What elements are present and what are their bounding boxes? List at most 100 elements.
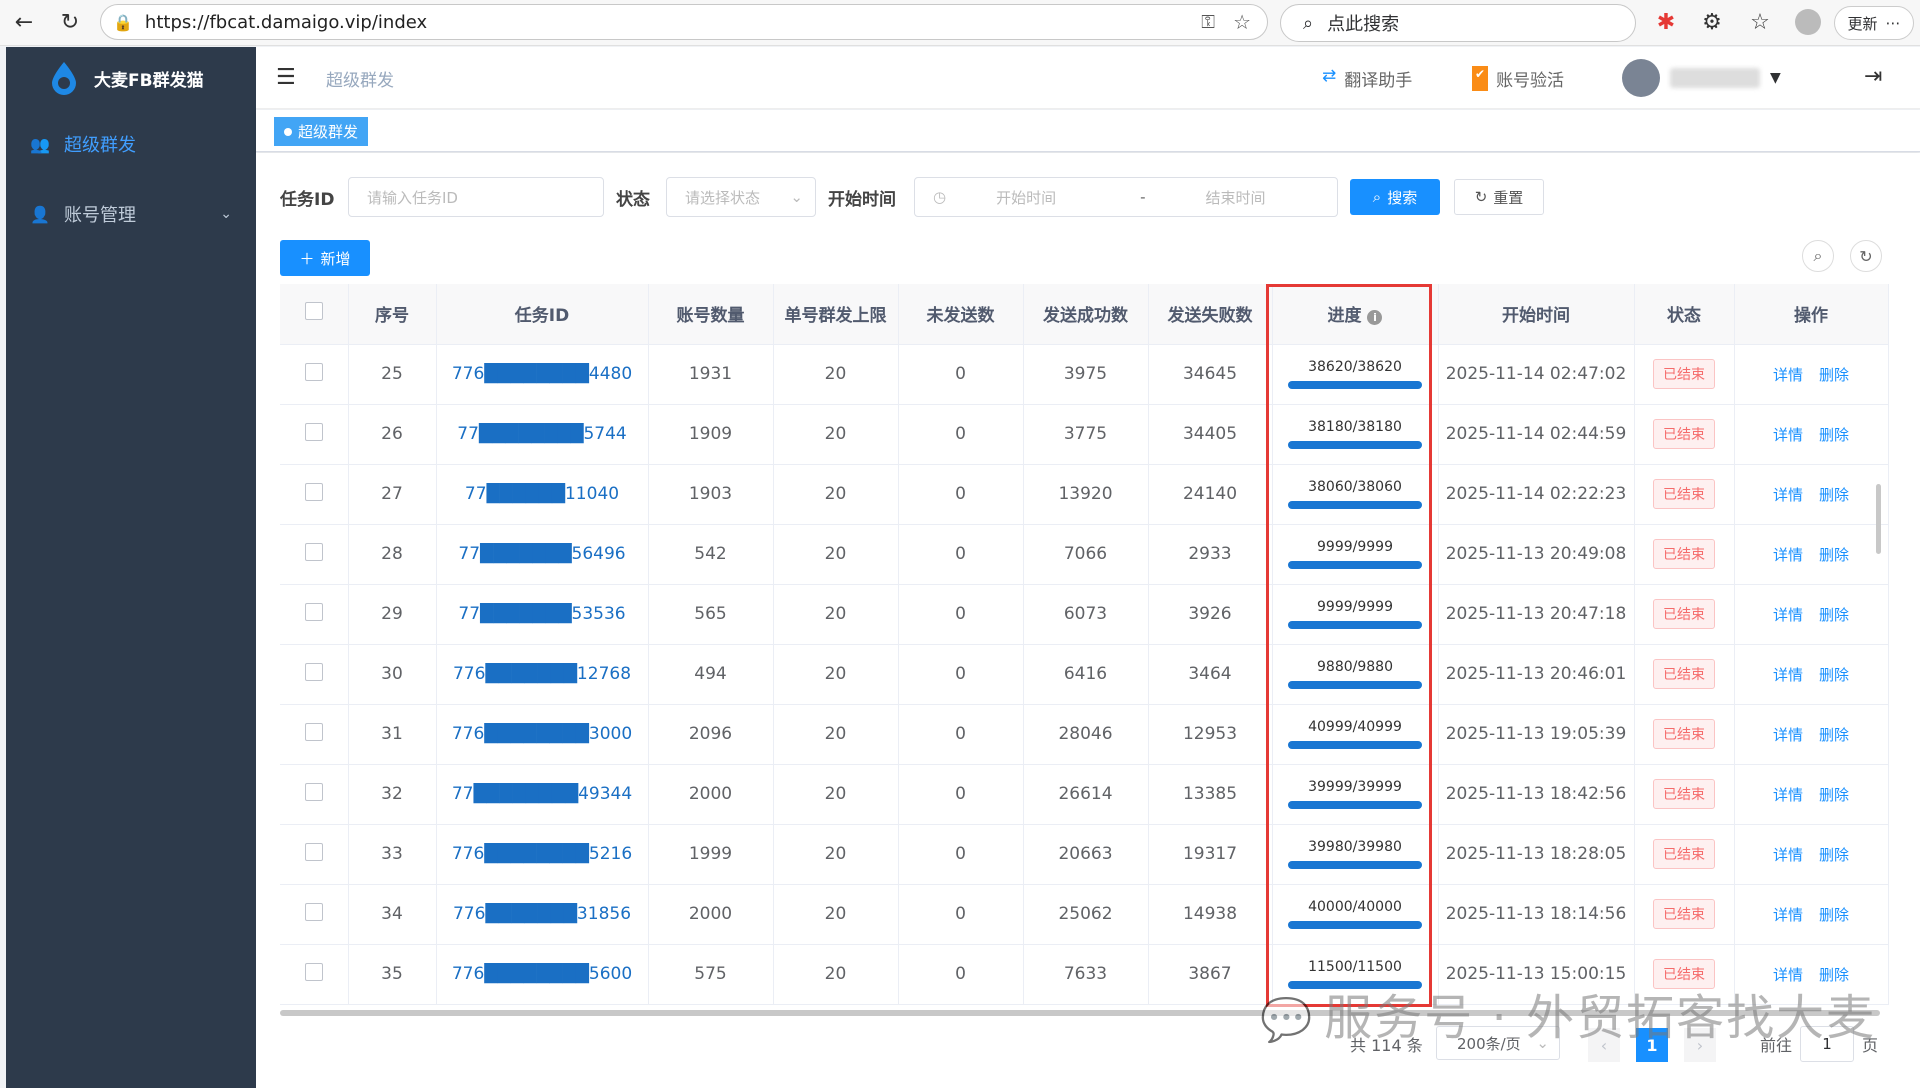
table-row: 29 77███████53536 565 20 0 6073 3926 999… bbox=[280, 584, 1889, 645]
detail-link[interactable]: 详情 bbox=[1773, 846, 1803, 864]
task-id-link[interactable]: 776███████12768 bbox=[453, 664, 631, 684]
row-select[interactable] bbox=[280, 584, 349, 645]
search-toggle-icon[interactable]: ⌕ bbox=[1802, 240, 1834, 272]
sidebar-item-accounts[interactable]: 👤 账号管理 ⌄ bbox=[6, 179, 256, 249]
row-select[interactable] bbox=[280, 644, 349, 705]
delete-link[interactable]: 删除 bbox=[1819, 426, 1849, 444]
task-id-link[interactable]: 776████████3000 bbox=[452, 724, 632, 744]
verify-button[interactable]: ✔ 账号验活 bbox=[1472, 66, 1564, 91]
task-id-link[interactable]: 77████████5744 bbox=[457, 424, 627, 444]
cell-task-id[interactable]: 77████████5744 bbox=[436, 404, 649, 465]
row-select[interactable] bbox=[280, 824, 349, 885]
extension-icon[interactable]: ✱ bbox=[1650, 6, 1682, 38]
status-badge: 已结束 bbox=[1653, 479, 1715, 509]
update-button[interactable]: 更新 ⋯ bbox=[1834, 6, 1914, 40]
cell-task-id[interactable]: 77███████53536 bbox=[436, 584, 649, 645]
task-id-link[interactable]: 776████████5216 bbox=[452, 844, 632, 864]
detail-link[interactable]: 详情 bbox=[1773, 726, 1803, 744]
header-select-all[interactable] bbox=[280, 284, 349, 345]
task-id-link[interactable]: 776████████4480 bbox=[452, 364, 632, 384]
more-icon: ⋯ bbox=[1885, 14, 1901, 32]
cell-task-id[interactable]: 776███████12768 bbox=[436, 644, 649, 705]
row-select[interactable] bbox=[280, 764, 349, 825]
cell-task-id[interactable]: 776███████31856 bbox=[436, 884, 649, 945]
user-menu[interactable]: ▼ bbox=[1622, 59, 1781, 97]
info-icon[interactable]: i bbox=[1367, 310, 1383, 326]
row-checkbox[interactable] bbox=[304, 542, 323, 561]
row-checkbox[interactable] bbox=[304, 962, 323, 981]
reload-icon[interactable]: ↻ bbox=[54, 6, 86, 38]
row-checkbox[interactable] bbox=[304, 902, 323, 921]
row-select[interactable] bbox=[280, 704, 349, 765]
delete-link[interactable]: 删除 bbox=[1819, 846, 1849, 864]
cell-task-id[interactable]: 77████████49344 bbox=[436, 764, 649, 825]
task-id-link[interactable]: 776███████31856 bbox=[453, 904, 631, 924]
task-id-input[interactable]: 请输入任务ID bbox=[348, 177, 604, 217]
address-bar[interactable]: 🔒 https://fbcat.damaigo.vip/index ⚿ ☆ bbox=[100, 4, 1268, 40]
progress-header-label: 进度 bbox=[1327, 306, 1362, 327]
profile-icon[interactable] bbox=[1792, 6, 1824, 38]
delete-link[interactable]: 删除 bbox=[1819, 486, 1849, 504]
select-all-checkbox[interactable] bbox=[304, 302, 323, 321]
task-id-link[interactable]: 77████████49344 bbox=[452, 784, 632, 804]
row-checkbox[interactable] bbox=[304, 662, 323, 681]
delete-link[interactable]: 删除 bbox=[1819, 666, 1849, 684]
cell-task-id[interactable]: 77██████11040 bbox=[436, 464, 649, 525]
detail-link[interactable]: 详情 bbox=[1773, 366, 1803, 384]
key-icon[interactable]: ⚿ bbox=[1201, 12, 1215, 33]
cell-task-id[interactable]: 77███████56496 bbox=[436, 524, 649, 585]
row-select[interactable] bbox=[280, 524, 349, 585]
task-id-link[interactable]: 77██████11040 bbox=[465, 484, 619, 504]
row-select[interactable] bbox=[280, 944, 349, 1005]
row-checkbox[interactable] bbox=[304, 722, 323, 741]
vertical-scrollbar[interactable] bbox=[1876, 484, 1881, 554]
detail-link[interactable]: 详情 bbox=[1773, 666, 1803, 684]
status-select[interactable]: 请选择状态 ⌄ bbox=[666, 177, 816, 217]
add-button[interactable]: ＋ 新增 bbox=[280, 240, 370, 276]
search-button[interactable]: ⌕ 搜索 bbox=[1350, 179, 1440, 215]
detail-link[interactable]: 详情 bbox=[1773, 546, 1803, 564]
row-checkbox[interactable] bbox=[304, 362, 323, 381]
row-checkbox[interactable] bbox=[304, 422, 323, 441]
delete-link[interactable]: 删除 bbox=[1819, 786, 1849, 804]
detail-link[interactable]: 详情 bbox=[1773, 486, 1803, 504]
row-select[interactable] bbox=[280, 464, 349, 525]
row-checkbox[interactable] bbox=[304, 842, 323, 861]
cell-task-id[interactable]: 776████████5216 bbox=[436, 824, 649, 885]
collections-icon[interactable]: ☆ bbox=[1744, 6, 1776, 38]
sidebar-item-mass-send[interactable]: 👥 超级群发 bbox=[6, 109, 256, 179]
detail-link[interactable]: 详情 bbox=[1773, 426, 1803, 444]
row-checkbox[interactable] bbox=[304, 482, 323, 501]
favorite-icon[interactable]: ☆ bbox=[1233, 10, 1251, 34]
reset-button[interactable]: ↻ 重置 bbox=[1454, 179, 1544, 215]
cell-task-id[interactable]: 776████████5600 bbox=[436, 944, 649, 1005]
row-checkbox[interactable] bbox=[304, 602, 323, 621]
delete-link[interactable]: 删除 bbox=[1819, 726, 1849, 744]
task-id-link[interactable]: 776████████5600 bbox=[452, 964, 632, 984]
logout-icon[interactable]: ⇥ bbox=[1864, 64, 1882, 89]
row-select[interactable] bbox=[280, 884, 349, 945]
browser-search[interactable]: ⌕ 点此搜索 bbox=[1280, 4, 1636, 42]
cell-task-id[interactable]: 776████████3000 bbox=[436, 704, 649, 765]
task-id-link[interactable]: 77███████53536 bbox=[458, 604, 625, 624]
detail-link[interactable]: 详情 bbox=[1773, 906, 1803, 924]
app-logo[interactable]: 大麦FB群发猫 bbox=[6, 47, 256, 109]
row-select[interactable] bbox=[280, 404, 349, 465]
tag-active[interactable]: 超级群发 bbox=[274, 117, 369, 146]
delete-link[interactable]: 删除 bbox=[1819, 366, 1849, 384]
delete-link[interactable]: 删除 bbox=[1819, 606, 1849, 624]
row-select[interactable] bbox=[280, 344, 349, 405]
detail-link[interactable]: 详情 bbox=[1773, 606, 1803, 624]
task-id-link[interactable]: 77███████56496 bbox=[458, 544, 625, 564]
delete-link[interactable]: 删除 bbox=[1819, 906, 1849, 924]
refresh-table-icon[interactable]: ↻ bbox=[1850, 240, 1882, 272]
delete-link[interactable]: 删除 bbox=[1819, 546, 1849, 564]
puzzle-icon[interactable]: ⚙ bbox=[1696, 6, 1728, 38]
translate-button[interactable]: ⇄ 翻译助手 bbox=[1322, 66, 1412, 91]
cell-task-id[interactable]: 776████████4480 bbox=[436, 344, 649, 405]
date-range-picker[interactable]: ◷ 开始时间 - 结束时间 bbox=[914, 177, 1338, 217]
detail-link[interactable]: 详情 bbox=[1773, 786, 1803, 804]
hamburger-icon[interactable]: ☰ bbox=[276, 65, 296, 90]
row-checkbox[interactable] bbox=[304, 782, 323, 801]
back-icon[interactable]: ← bbox=[8, 6, 40, 38]
